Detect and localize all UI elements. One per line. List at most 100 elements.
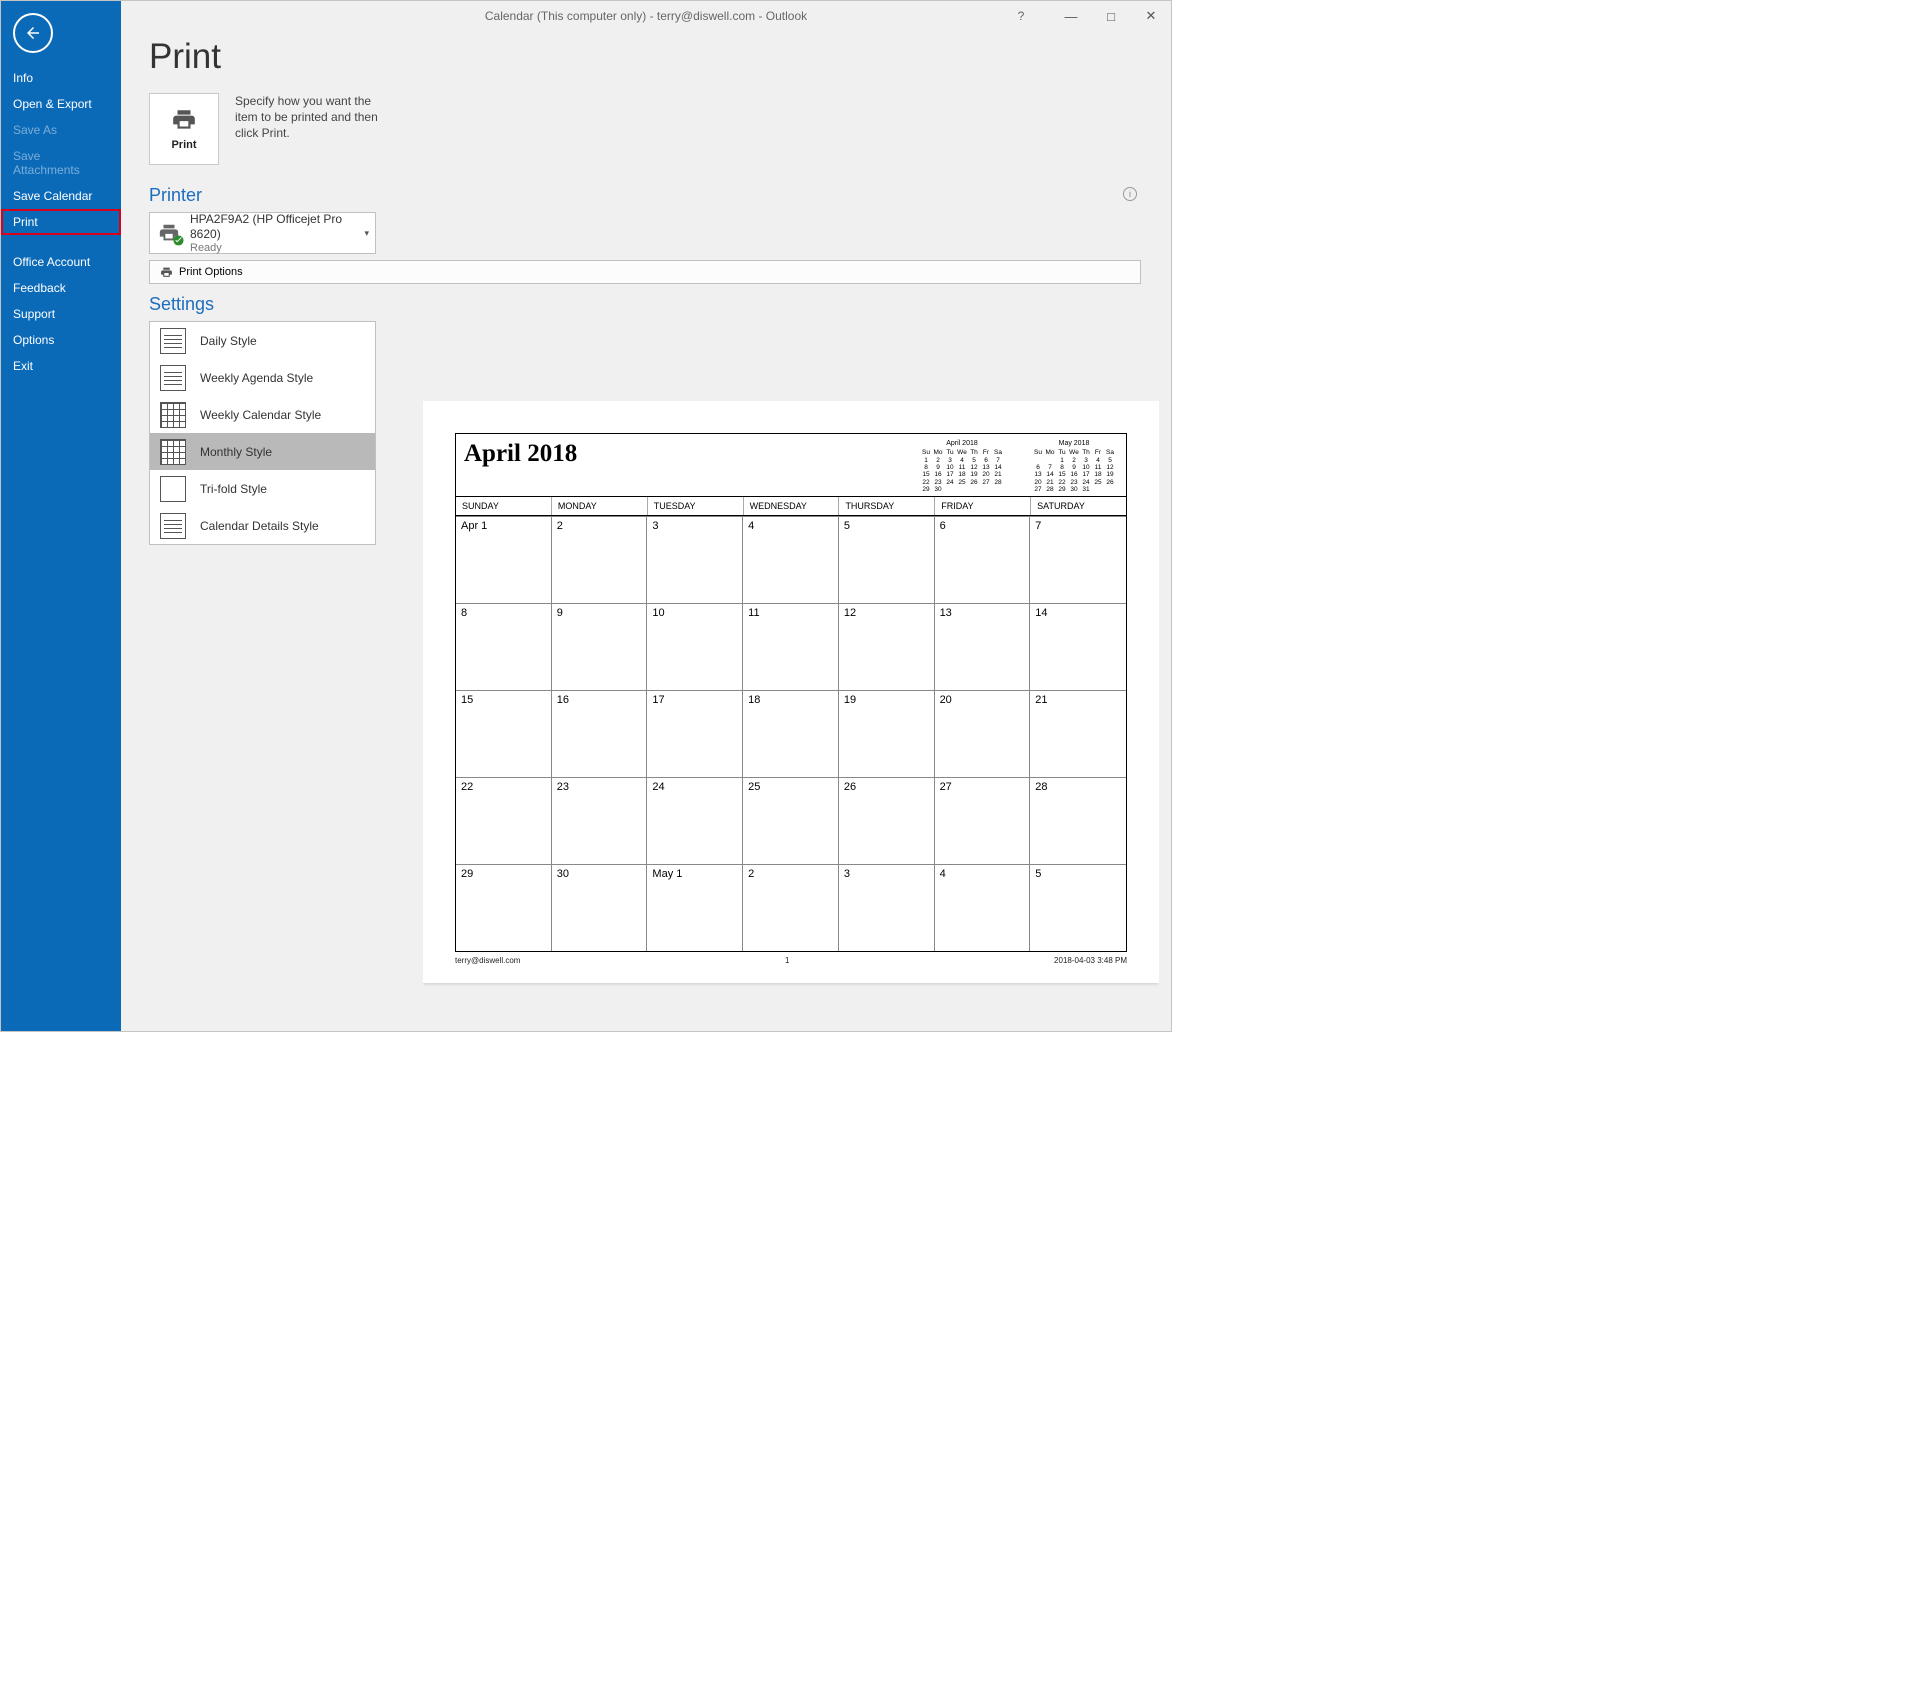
print-description: Specify how you want the item to be prin… — [235, 93, 395, 165]
calendar-cell: 4 — [935, 864, 1031, 951]
style-label: Monthly Style — [200, 445, 272, 459]
calendar-cell: 28 — [1030, 777, 1126, 864]
sidebar-item-feedback[interactable]: Feedback — [1, 275, 121, 301]
calendar-cell: May 1 — [647, 864, 743, 951]
title-bar: Calendar (This computer only) - terry@di… — [121, 1, 1171, 31]
style-icon — [160, 476, 186, 502]
printer-name: HPA2F9A2 (HP Officejet Pro 8620) — [190, 212, 369, 242]
day-header: SUNDAY — [456, 497, 552, 515]
day-header: TUESDAY — [648, 497, 744, 515]
style-option-weekly-agenda-style[interactable]: Weekly Agenda Style — [150, 359, 375, 396]
sidebar-item-save-attachments: Save Attachments — [1, 143, 121, 183]
day-header: MONDAY — [552, 497, 648, 515]
back-button[interactable] — [13, 13, 53, 53]
calendar-grid: Apr 123456789101112131415161718192021222… — [455, 516, 1127, 952]
sidebar-item-options[interactable]: Options — [1, 327, 121, 353]
print-button-label: Print — [171, 139, 196, 151]
printer-section-heading: Printer i — [149, 185, 1141, 206]
calendar-cell: 9 — [552, 603, 648, 690]
print-button[interactable]: Print — [149, 93, 219, 165]
calendar-cell: 26 — [839, 777, 935, 864]
minimize-button[interactable]: — — [1051, 1, 1091, 31]
printer-status: Ready — [190, 242, 369, 254]
mini-calendar-may: May 2018 SuMoTuWeThFrSa12345678910111213… — [1032, 440, 1116, 494]
sidebar-item-save-as: Save As — [1, 117, 121, 143]
day-header: SATURDAY — [1031, 497, 1126, 515]
calendar-cell: 29 — [456, 864, 552, 951]
calendar-cell: 3 — [647, 516, 743, 603]
preview-page: April 2018 April 2018 SuMoTuWeThFrSa1234… — [423, 401, 1159, 983]
info-icon[interactable]: i — [1123, 187, 1137, 201]
style-icon — [160, 513, 186, 539]
style-label: Calendar Details Style — [200, 519, 319, 533]
backstage-sidebar: InfoOpen & ExportSave AsSave Attachments… — [1, 1, 121, 1031]
calendar-cell: 3 — [839, 864, 935, 951]
sidebar-item-print[interactable]: Print — [1, 209, 121, 235]
calendar-cell: 24 — [647, 777, 743, 864]
style-icon — [160, 328, 186, 354]
calendar-cell: 2 — [552, 516, 648, 603]
arrow-left-icon — [24, 24, 42, 42]
sidebar-item-support[interactable]: Support — [1, 301, 121, 327]
calendar-cell: 8 — [456, 603, 552, 690]
page-title: Print — [149, 37, 1141, 77]
style-label: Weekly Calendar Style — [200, 408, 321, 422]
calendar-cell: 13 — [935, 603, 1031, 690]
style-option-weekly-calendar-style[interactable]: Weekly Calendar Style — [150, 396, 375, 433]
sidebar-item-open-export[interactable]: Open & Export — [1, 91, 121, 117]
calendar-cell: 14 — [1030, 603, 1126, 690]
sidebar-item-save-calendar[interactable]: Save Calendar — [1, 183, 121, 209]
calendar-title: April 2018 — [464, 440, 577, 468]
style-icon — [160, 439, 186, 465]
sidebar-item-office-account[interactable]: Office Account — [1, 249, 121, 275]
print-preview: April 2018 April 2018 SuMoTuWeThFrSa1234… — [423, 401, 1159, 1019]
calendar-cell: 4 — [743, 516, 839, 603]
calendar-cell: 10 — [647, 603, 743, 690]
footer-email: terry@diswell.com — [455, 956, 520, 965]
style-option-calendar-details-style[interactable]: Calendar Details Style — [150, 507, 375, 544]
style-label: Weekly Agenda Style — [200, 371, 313, 385]
calendar-cell: 25 — [743, 777, 839, 864]
style-option-tri-fold-style[interactable]: Tri-fold Style — [150, 470, 375, 507]
print-options-button[interactable]: Print Options — [149, 260, 1141, 284]
calendar-cell: 22 — [456, 777, 552, 864]
calendar-cell: 2 — [743, 864, 839, 951]
print-styles-list: Daily Style Weekly Agenda Style Weekly Cal… — [149, 321, 376, 545]
calendar-cell: 27 — [935, 777, 1031, 864]
day-header: THURSDAY — [839, 497, 935, 515]
printer-small-icon — [160, 266, 173, 279]
calendar-cell: 11 — [743, 603, 839, 690]
style-option-daily-style[interactable]: Daily Style — [150, 322, 375, 359]
style-icon — [160, 365, 186, 391]
printer-dropdown[interactable]: HPA2F9A2 (HP Officejet Pro 8620) Ready ▾ — [149, 212, 376, 254]
sidebar-item-info[interactable]: Info — [1, 65, 121, 91]
calendar-cell: 7 — [1030, 516, 1126, 603]
calendar-cell: 19 — [839, 690, 935, 777]
mini-calendar-april: April 2018 SuMoTuWeThFrSa123456789101112… — [920, 440, 1004, 494]
printer-icon — [169, 107, 199, 133]
calendar-cell: Apr 1 — [456, 516, 552, 603]
calendar-cell: 18 — [743, 690, 839, 777]
calendar-cell: 16 — [552, 690, 648, 777]
day-header: WEDNESDAY — [744, 497, 840, 515]
style-label: Tri-fold Style — [200, 482, 267, 496]
calendar-cell: 20 — [935, 690, 1031, 777]
day-header: FRIDAY — [935, 497, 1031, 515]
calendar-cell: 23 — [552, 777, 648, 864]
calendar-cell: 30 — [552, 864, 648, 951]
footer-timestamp: 2018-04-03 3:48 PM — [1054, 956, 1127, 965]
maximize-button[interactable]: □ — [1091, 1, 1131, 31]
footer-page: 1 — [785, 956, 789, 965]
printer-ready-icon — [156, 222, 182, 244]
window-title: Calendar (This computer only) - terry@di… — [485, 9, 807, 23]
help-button[interactable]: ? — [1001, 1, 1041, 31]
calendar-cell: 15 — [456, 690, 552, 777]
close-button[interactable]: ✕ — [1131, 1, 1171, 31]
style-label: Daily Style — [200, 334, 257, 348]
sidebar-item-exit[interactable]: Exit — [1, 353, 121, 379]
day-header-row: SUNDAYMONDAYTUESDAYWEDNESDAYTHURSDAYFRID… — [455, 497, 1127, 516]
calendar-cell: 12 — [839, 603, 935, 690]
style-option-monthly-style[interactable]: Monthly Style — [150, 433, 375, 470]
calendar-cell: 5 — [839, 516, 935, 603]
calendar-cell: 6 — [935, 516, 1031, 603]
